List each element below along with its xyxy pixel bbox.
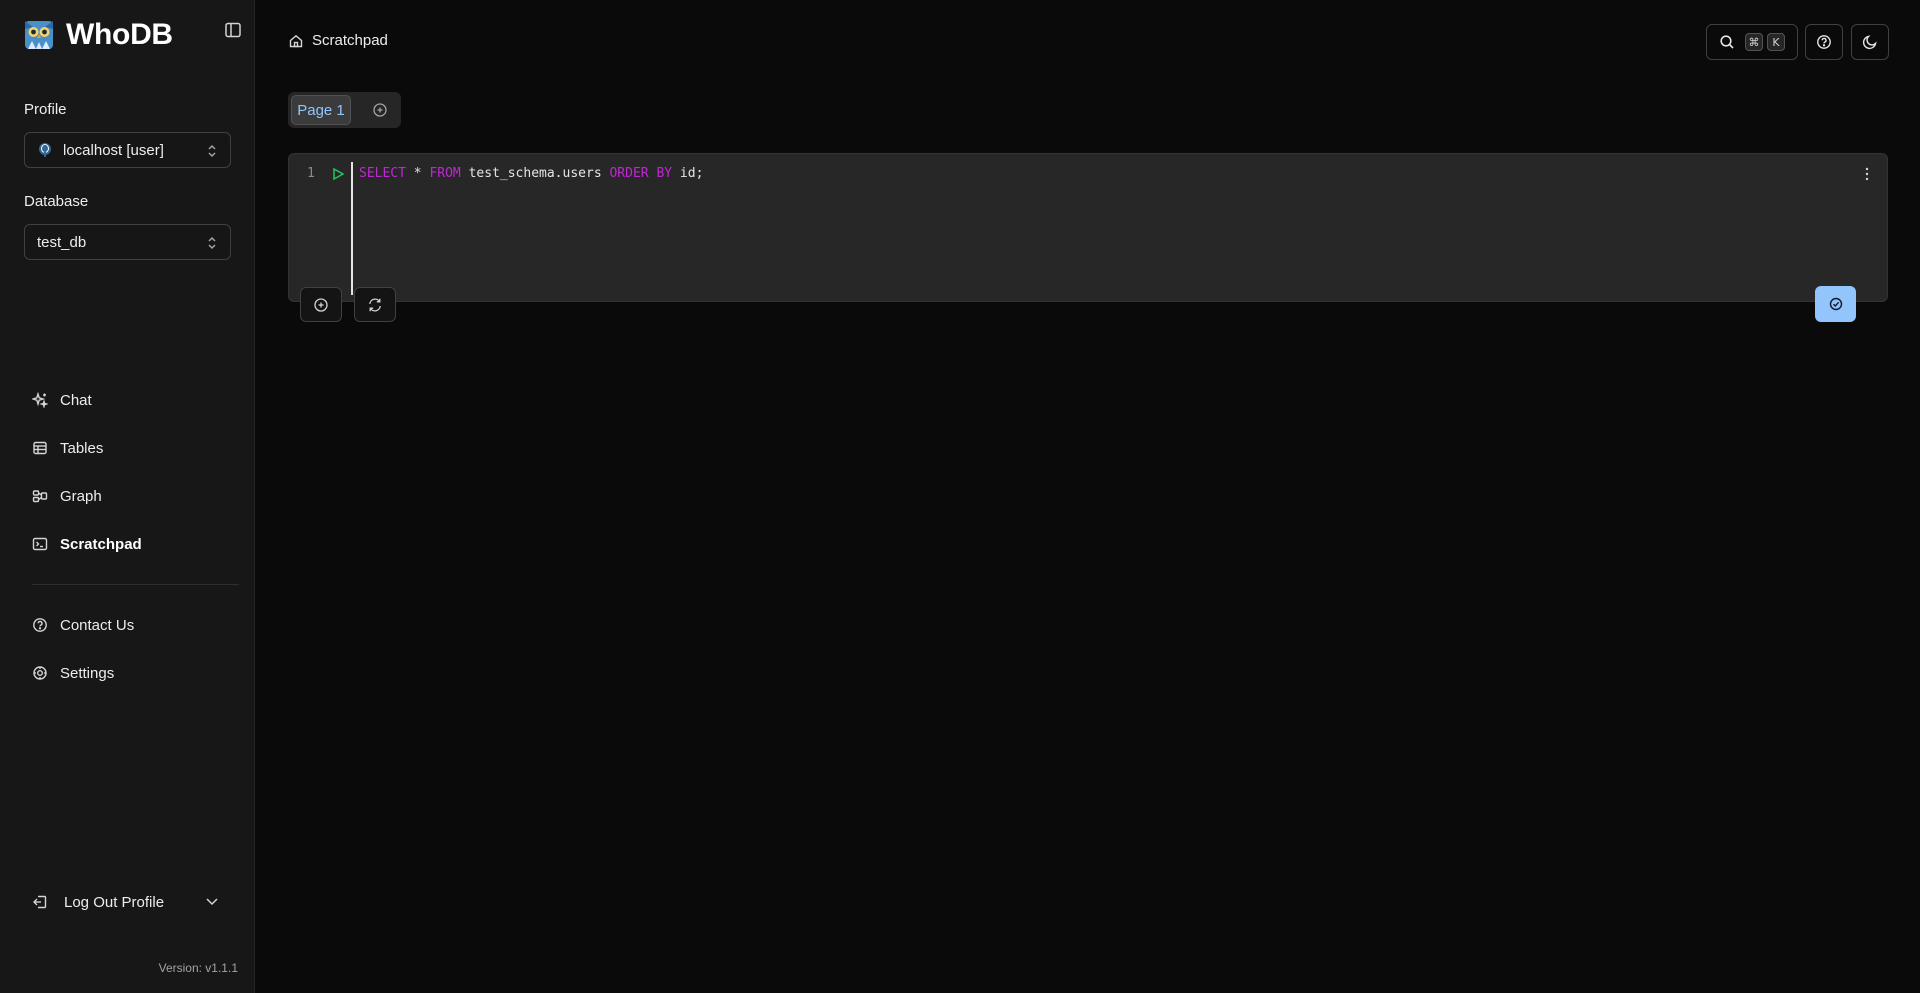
check-circle-icon — [1829, 297, 1842, 311]
sidebar-item-label: Contact Us — [60, 616, 135, 634]
line-number: 1 — [307, 166, 315, 181]
chevron-up-down-icon — [208, 236, 216, 250]
sidebar-item-label: Scratchpad — [60, 535, 142, 553]
sidebar-toggle-icon[interactable] — [224, 21, 242, 39]
table-icon — [33, 441, 47, 455]
sql-editor[interactable]: 1 SELECT * FROM test_schema.users ORDER … — [288, 153, 1888, 302]
logout-icon — [33, 895, 47, 909]
sidebar-item-label: Settings — [60, 664, 115, 682]
database-label: Database — [24, 193, 89, 210]
more-options-icon[interactable] — [1865, 166, 1869, 182]
theme-toggle-button[interactable] — [1851, 24, 1889, 60]
page-tabs: Page 1 — [288, 92, 401, 128]
logout-label: Log Out Profile — [64, 893, 165, 911]
sidebar-item-label: Graph — [60, 487, 102, 505]
sidebar-item-label: Tables — [60, 439, 104, 457]
moon-icon — [1862, 35, 1877, 50]
sidebar-item-contact-us[interactable]: Contact Us — [24, 607, 239, 643]
code-token: id; — [672, 166, 704, 181]
brand[interactable]: WhoDB — [24, 18, 173, 52]
refresh-icon — [369, 297, 381, 312]
home-icon — [289, 34, 303, 47]
tab-page-1[interactable]: Page 1 — [291, 95, 351, 125]
help-button[interactable] — [1805, 24, 1843, 60]
chevron-up-down-icon — [208, 144, 216, 158]
gear-icon — [33, 666, 47, 680]
breadcrumb[interactable]: Scratchpad — [288, 32, 388, 49]
owl-logo-icon — [25, 21, 53, 49]
profile-label: Profile — [24, 101, 67, 118]
profile-select[interactable]: localhost [user] — [24, 132, 231, 168]
add-page-icon[interactable] — [372, 102, 388, 118]
code-token-keyword: FROM — [429, 166, 461, 181]
sidebar-item-scratchpad[interactable]: Scratchpad — [24, 526, 239, 562]
shortcut-key-k: K — [1767, 33, 1785, 51]
refresh-button[interactable] — [354, 287, 396, 322]
submit-query-button[interactable] — [1815, 286, 1856, 322]
code-token-keyword: ORDER BY — [609, 166, 673, 181]
database-value: test_db — [37, 233, 87, 251]
breadcrumb-current: Scratchpad — [312, 32, 388, 49]
sidebar-item-chat[interactable]: Chat — [24, 382, 239, 418]
app-name: WhoDB — [66, 18, 173, 51]
help-circle-icon — [33, 618, 47, 632]
search-icon — [1720, 35, 1734, 49]
database-select[interactable]: test_db — [24, 224, 231, 260]
graph-icon — [32, 490, 48, 503]
editor-cursor-line — [351, 162, 353, 295]
code-token: * — [405, 166, 430, 181]
sql-code-line[interactable]: SELECT * FROM test_schema.users ORDER BY… — [359, 166, 703, 181]
sidebar-divider — [32, 584, 239, 585]
plus-circle-icon — [314, 297, 328, 312]
sidebar-item-tables[interactable]: Tables — [24, 430, 239, 466]
code-token: test_schema.users — [460, 166, 610, 181]
sidebar-item-settings[interactable]: Settings — [24, 655, 239, 691]
help-circle-icon — [1817, 35, 1831, 49]
chevron-down-icon[interactable] — [205, 896, 219, 908]
run-line-icon[interactable] — [331, 167, 345, 181]
code-token-keyword: SELECT — [359, 166, 406, 181]
sidebar-item-graph[interactable]: Graph — [24, 478, 239, 514]
sparkles-icon — [32, 392, 48, 408]
app-version: Version: v1.1.1 — [158, 961, 238, 975]
add-cell-button[interactable] — [300, 287, 342, 322]
sidebar: WhoDB Profile localhost [user] Database … — [0, 0, 255, 993]
search-button[interactable]: ⌘ K — [1706, 24, 1798, 60]
sidebar-item-label: Chat — [60, 391, 92, 409]
postgres-icon — [39, 143, 51, 157]
shortcut-key-cmd: ⌘ — [1745, 33, 1763, 51]
profile-value: localhost [user] — [63, 141, 164, 159]
logout-profile-button[interactable]: Log Out Profile — [24, 884, 231, 920]
terminal-icon — [32, 537, 48, 551]
